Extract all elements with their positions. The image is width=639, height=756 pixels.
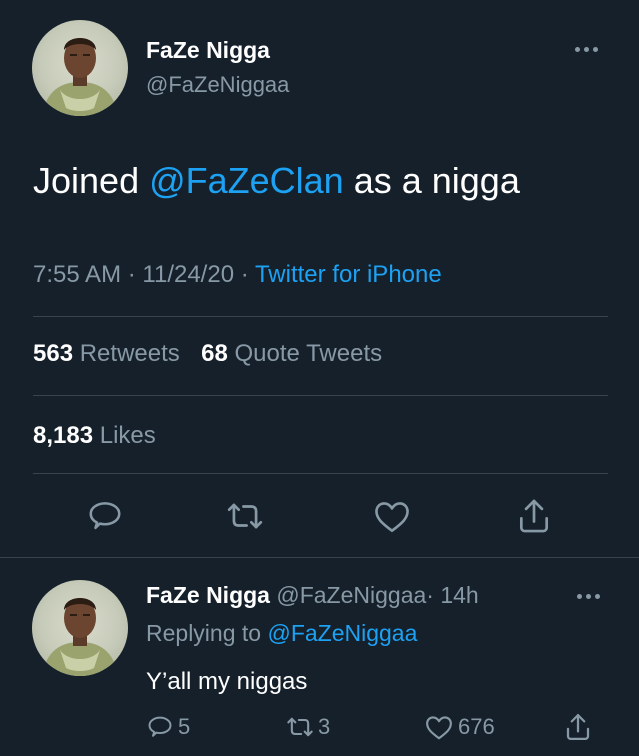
divider (33, 395, 608, 396)
quotes-label: Quote Tweets (234, 340, 383, 367)
reply-icon (146, 713, 174, 741)
tweet-more-icon[interactable] (575, 47, 598, 52)
meta-separator: · (426, 582, 434, 608)
reply-author-name[interactable]: FaZe Nigga (146, 582, 270, 608)
share-icon[interactable] (515, 496, 553, 536)
likes-label: Likes (99, 422, 156, 449)
reply-share-icon[interactable] (563, 711, 593, 743)
retweets-label: Retweets (79, 340, 180, 367)
divider (33, 473, 608, 474)
author-avatar[interactable] (32, 20, 128, 116)
tweet-source-link[interactable]: Twitter for iPhone (255, 261, 442, 288)
reply-header: FaZe Nigga @FaZeNiggaa· 14h (146, 582, 479, 609)
reply-reply-action[interactable]: 5 (146, 713, 190, 741)
tweet-author-name[interactable]: FaZe Nigga (146, 37, 270, 64)
like-count: 676 (458, 714, 495, 739)
retweet-icon (284, 713, 316, 741)
tweet-meta: 7:55 AM · 11/24/20 · Twitter for iPhone (33, 261, 442, 289)
retweet-icon[interactable] (224, 497, 266, 535)
like-stats[interactable]: 8,183 Likes (33, 422, 156, 450)
tweet-mention-link[interactable]: @FaZeClan (149, 160, 344, 201)
reply-author-avatar[interactable] (32, 580, 128, 676)
meta-separator: · (127, 261, 136, 288)
reply-icon[interactable] (86, 497, 124, 535)
tweet-date[interactable]: 11/24/20 (142, 261, 234, 288)
divider (33, 316, 608, 317)
tweet-time[interactable]: 7:55 AM (33, 261, 121, 288)
meta-separator: · (240, 261, 249, 288)
retweets-count: 563 (33, 340, 74, 367)
replying-to: Replying to @FaZeNiggaa (146, 620, 417, 647)
quotes-count: 68 (201, 340, 228, 367)
retweet-count: 3 (318, 714, 331, 739)
replying-to-handle-link[interactable]: @FaZeNiggaa (267, 620, 417, 646)
reply-like-action[interactable]: 676 (424, 713, 495, 741)
like-icon (424, 713, 454, 741)
reply-text: Y’all my niggas (146, 668, 308, 695)
reply-age[interactable]: 14h (440, 582, 478, 608)
reply-author-handle[interactable]: @FaZeNiggaa (276, 582, 426, 608)
like-icon[interactable] (372, 498, 412, 534)
tweet-author-handle[interactable]: @FaZeNiggaa (146, 72, 289, 98)
tweet-text-before: Joined (33, 160, 150, 201)
reply-count: 5 (178, 714, 191, 739)
replying-to-label: Replying to (146, 620, 262, 646)
retweet-stats[interactable]: 563 Retweets 68 Quote Tweets (33, 340, 382, 368)
reply-more-icon[interactable] (577, 594, 600, 599)
likes-count: 8,183 (33, 422, 94, 449)
tweet-text-after: as a nigga (343, 160, 520, 201)
tweet-text: Joined @FaZeClan as a nigga (33, 160, 520, 202)
reply-retweet-action[interactable]: 3 (284, 713, 330, 741)
divider (0, 557, 639, 558)
